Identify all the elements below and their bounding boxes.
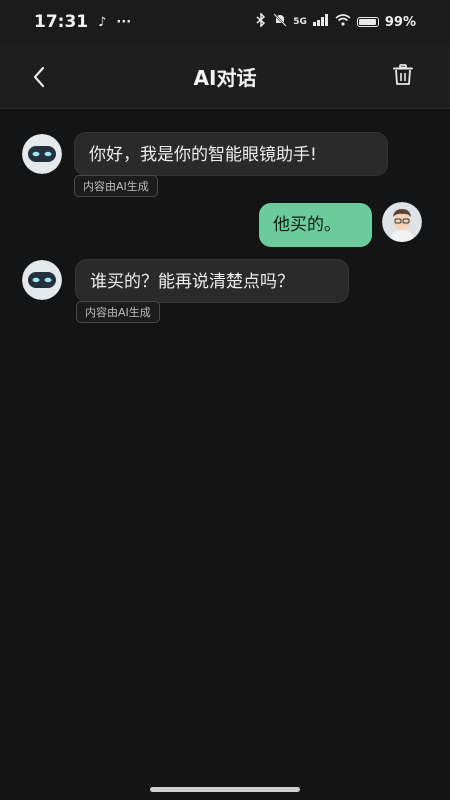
page-title: AI对话 <box>193 65 257 90</box>
trash-icon <box>393 64 413 85</box>
ai-message-text: 谁买的？能再说清楚点吗？ <box>90 272 294 292</box>
back-button[interactable] <box>24 62 54 92</box>
status-right: 5G 99% <box>255 12 416 31</box>
battery-icon <box>356 17 379 27</box>
chat-area[interactable]: 你好，我是你的智能眼镜助手! 内容由AI生成 他买的。 谁买的？能再说清楚点吗？… <box>0 110 450 770</box>
robot-avatar-icon <box>22 260 62 300</box>
ai-message-text: 你好，我是你的智能眼镜助手! <box>89 145 317 165</box>
status-time: 17:31 <box>34 12 89 32</box>
user-message-bubble[interactable]: 他买的。 <box>259 203 372 247</box>
mute-bell-icon <box>273 13 287 31</box>
status-bar: 17:31 ♪ ··· 5G 99% <box>0 0 450 44</box>
ai-avatar <box>22 134 62 174</box>
wifi-icon <box>335 14 351 30</box>
more-notifications-icon: ··· <box>116 14 132 30</box>
robot-avatar-icon <box>22 134 62 174</box>
ai-message-bubble[interactable]: 谁买的？能再说清楚点吗？ <box>75 259 349 303</box>
bluetooth-icon <box>255 12 267 31</box>
phone-screen: 17:31 ♪ ··· 5G 99% AI对话 你好，我是你的智能眼镜助手! 内… <box>0 0 450 800</box>
ai-generated-tag: 内容由AI生成 <box>74 175 158 197</box>
chat-header: AI对话 <box>0 44 450 109</box>
user-avatar <box>382 202 422 242</box>
user-message-text: 他买的。 <box>273 215 341 235</box>
delete-button[interactable] <box>388 60 418 90</box>
home-indicator[interactable] <box>150 787 300 792</box>
tiktok-icon: ♪ <box>98 14 107 30</box>
chevron-left-icon <box>33 66 45 88</box>
status-left: 17:31 ♪ ··· <box>34 12 131 32</box>
battery-percent: 99% <box>384 14 416 30</box>
network-type-label: 5G <box>293 17 307 27</box>
user-avatar-icon <box>382 202 422 242</box>
ai-generated-tag: 内容由AI生成 <box>76 301 160 323</box>
signal-icon <box>312 14 329 30</box>
ai-message-bubble[interactable]: 你好，我是你的智能眼镜助手! <box>74 132 388 176</box>
ai-avatar <box>22 260 62 300</box>
